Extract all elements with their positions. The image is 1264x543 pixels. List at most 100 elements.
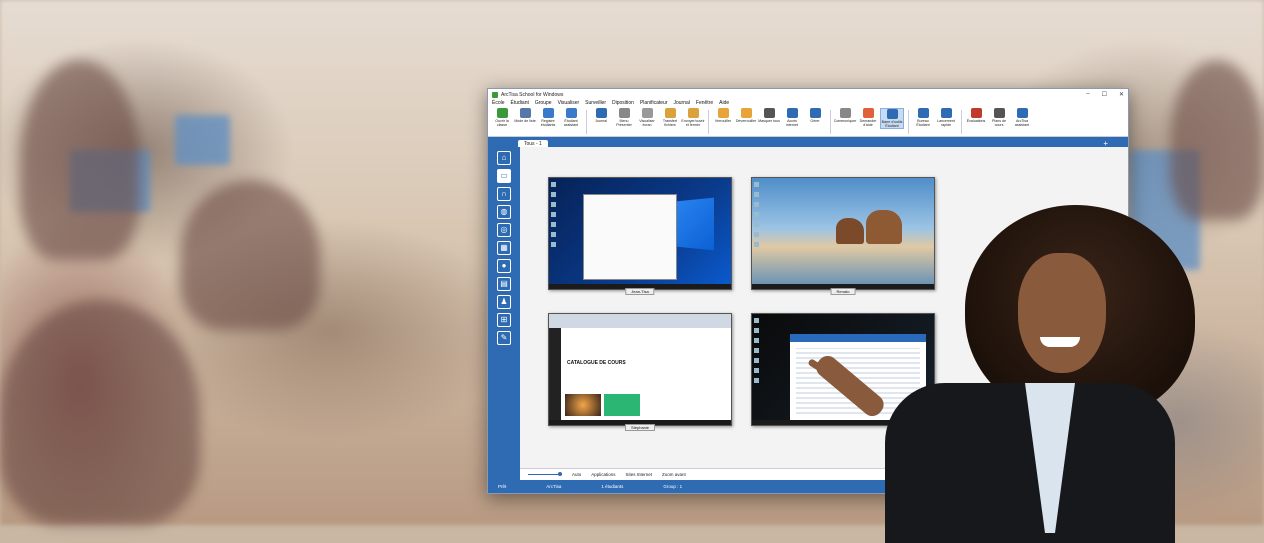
ribbon-label: Visualiser écran xyxy=(639,119,655,127)
ribbon-label: Étudiant assistant xyxy=(563,119,579,127)
ribbon-button[interactable]: Barre d'outils Étudiant xyxy=(880,108,904,129)
ribbon-button[interactable]: Étudiant assistant xyxy=(560,108,582,127)
title-bar: ArcTisa School for Windows – ☐ ✕ xyxy=(488,89,1128,100)
ready-status: Prêt xyxy=(498,484,507,489)
ribbon-separator xyxy=(908,110,909,134)
list-mode-icon xyxy=(519,108,531,118)
thumbnail-caption: Stéphanie xyxy=(624,424,656,431)
circle-icon[interactable]: ● xyxy=(497,259,511,273)
ribbon-label: Communiquer xyxy=(833,119,857,123)
ribbon-separator xyxy=(586,110,587,134)
menu-item[interactable]: Journal xyxy=(673,100,689,108)
evaluation-icon xyxy=(970,108,982,118)
ribbon-button[interactable]: Gérer xyxy=(804,108,826,123)
ribbon-button[interactable]: Verrouiller xyxy=(712,108,734,123)
students-count: 1 étudiants xyxy=(601,484,624,489)
ribbon-button[interactable]: Envoyer/ouvrir et fermer xyxy=(681,108,705,127)
ribbon-button[interactable]: Visualiser écran xyxy=(636,108,658,127)
ribbon-button[interactable]: Accès internet xyxy=(781,108,803,127)
ribbon-label: Gérer xyxy=(810,119,820,123)
ribbon-label: Menu Présenter xyxy=(616,119,632,127)
zoom-slider[interactable] xyxy=(528,472,562,476)
ribbon-button[interactable]: Communiquer xyxy=(834,108,856,123)
browser-bar xyxy=(549,314,731,328)
open-class-icon xyxy=(496,108,508,118)
menu-item[interactable]: Groupe xyxy=(535,100,552,108)
student-thumbnail[interactable]: Jean-Tisa xyxy=(548,177,732,295)
menu-item[interactable]: École xyxy=(492,100,505,108)
globe-icon[interactable]: ◎ xyxy=(497,223,511,237)
chat-icon xyxy=(839,108,851,118)
zoom-button[interactable]: Zoom avant xyxy=(662,472,686,477)
ribbon-label: ArcTisa assistant xyxy=(1014,119,1030,127)
ribbon-button[interactable]: Ouvrir la classe xyxy=(491,108,513,127)
menu-item[interactable]: Fenêtre xyxy=(696,100,713,108)
globe-icon xyxy=(786,108,798,118)
ribbon-button[interactable]: ArcTisa assistant xyxy=(1011,108,1033,127)
thumbnail-caption: Jean-Tisa xyxy=(625,288,655,295)
ribbon-label: Lancement rapide xyxy=(937,119,955,127)
send-icon xyxy=(687,108,699,118)
ribbon-button[interactable]: Registre étudiants xyxy=(537,108,559,127)
ribbon-button[interactable]: Lancement rapide xyxy=(935,108,957,127)
ribbon-button[interactable]: Masquer tous xyxy=(758,108,780,123)
ribbon-button[interactable]: Évaluations xyxy=(965,108,987,123)
page-heading: CATALOGUE DE COURS xyxy=(567,360,626,366)
menu-item[interactable]: Planificateur xyxy=(640,100,668,108)
ribbon-label: Journal xyxy=(595,119,607,123)
menu-bar: École Étudiant Groupe Visualiser Surveiller D… xyxy=(488,100,1128,108)
minimize-button[interactable]: – xyxy=(1086,91,1089,98)
ribbon-label: Envoyer/ouvrir et fermer xyxy=(681,119,705,127)
ribbon-label: Mode de liste xyxy=(514,119,536,123)
chat-icon[interactable]: ◍ xyxy=(497,205,511,219)
desktop-icon xyxy=(917,108,929,118)
launch-icon xyxy=(940,108,952,118)
ribbon-label: Plans de cours xyxy=(992,119,1006,127)
users-icon[interactable]: ♟ xyxy=(497,295,511,309)
ribbon-button[interactable]: Bureau Étudiant xyxy=(912,108,934,127)
applications-button[interactable]: Applications xyxy=(591,472,615,477)
printer-icon[interactable]: ▤ xyxy=(497,277,511,291)
ribbon-button[interactable]: Menu Présenter xyxy=(613,108,635,127)
ribbon-button[interactable]: Journal xyxy=(590,108,612,123)
grid-icon[interactable]: ▦ xyxy=(497,241,511,255)
sites-button[interactable]: Sites Internet xyxy=(626,472,653,477)
menu-item[interactable]: Aide xyxy=(719,100,729,108)
ribbon-label: Accès internet xyxy=(786,119,798,127)
ribbon-label: Demander d'aide xyxy=(859,119,877,127)
manage-icon xyxy=(809,108,821,118)
app-icon xyxy=(492,91,498,98)
close-button[interactable]: ✕ xyxy=(1119,91,1124,98)
lessons-icon xyxy=(993,108,1005,118)
menu-item[interactable]: Visualiser xyxy=(558,100,580,108)
ribbon-separator xyxy=(708,110,709,134)
ribbon-button[interactable]: Mode de liste xyxy=(514,108,536,123)
assistant-icon xyxy=(565,108,577,118)
ribbon-label: Ouvrir la classe xyxy=(495,119,509,127)
ribbon-label: Transfert fichiers xyxy=(662,119,678,127)
lock-icon xyxy=(717,108,729,118)
menu-item[interactable]: Étudiant xyxy=(511,100,529,108)
ribbon-button[interactable]: Déverrouiller xyxy=(735,108,757,123)
ai-icon xyxy=(1016,108,1028,118)
monitor-icon[interactable]: ▭ xyxy=(497,169,511,183)
headset-icon[interactable]: ∩ xyxy=(497,187,511,201)
window-title: ArcTisa School for Windows xyxy=(501,91,564,98)
group-icon[interactable]: ⊞ xyxy=(497,313,511,327)
maximize-button[interactable]: ☐ xyxy=(1102,91,1107,98)
ribbon-button[interactable]: Transfert fichiers xyxy=(659,108,681,127)
ribbon-label: Masquer tous xyxy=(758,119,780,123)
menu-item[interactable]: Diposition xyxy=(612,100,634,108)
menu-item[interactable]: Surveiller xyxy=(585,100,606,108)
presenter-photo xyxy=(807,205,1195,543)
ribbon-button[interactable]: Plans de cours xyxy=(988,108,1010,127)
transfer-icon xyxy=(664,108,676,118)
student-thumbnail[interactable]: CATALOGUE DE COURS Stéphanie xyxy=(548,313,732,431)
ribbon-label: Déverrouiller xyxy=(735,119,757,123)
home-icon[interactable]: ⌂ xyxy=(497,151,511,165)
auto-button[interactable]: Auto xyxy=(572,472,581,477)
ribbon-button[interactable]: Demander d'aide xyxy=(857,108,879,127)
edit-icon[interactable]: ✎ xyxy=(497,331,511,345)
ribbon-label: Barre d'outils Étudiant xyxy=(881,120,903,128)
left-toolbar: ⌂ ▭ ∩ ◍ ◎ ▦ ● ▤ ♟ ⊞ ✎ xyxy=(488,147,520,480)
